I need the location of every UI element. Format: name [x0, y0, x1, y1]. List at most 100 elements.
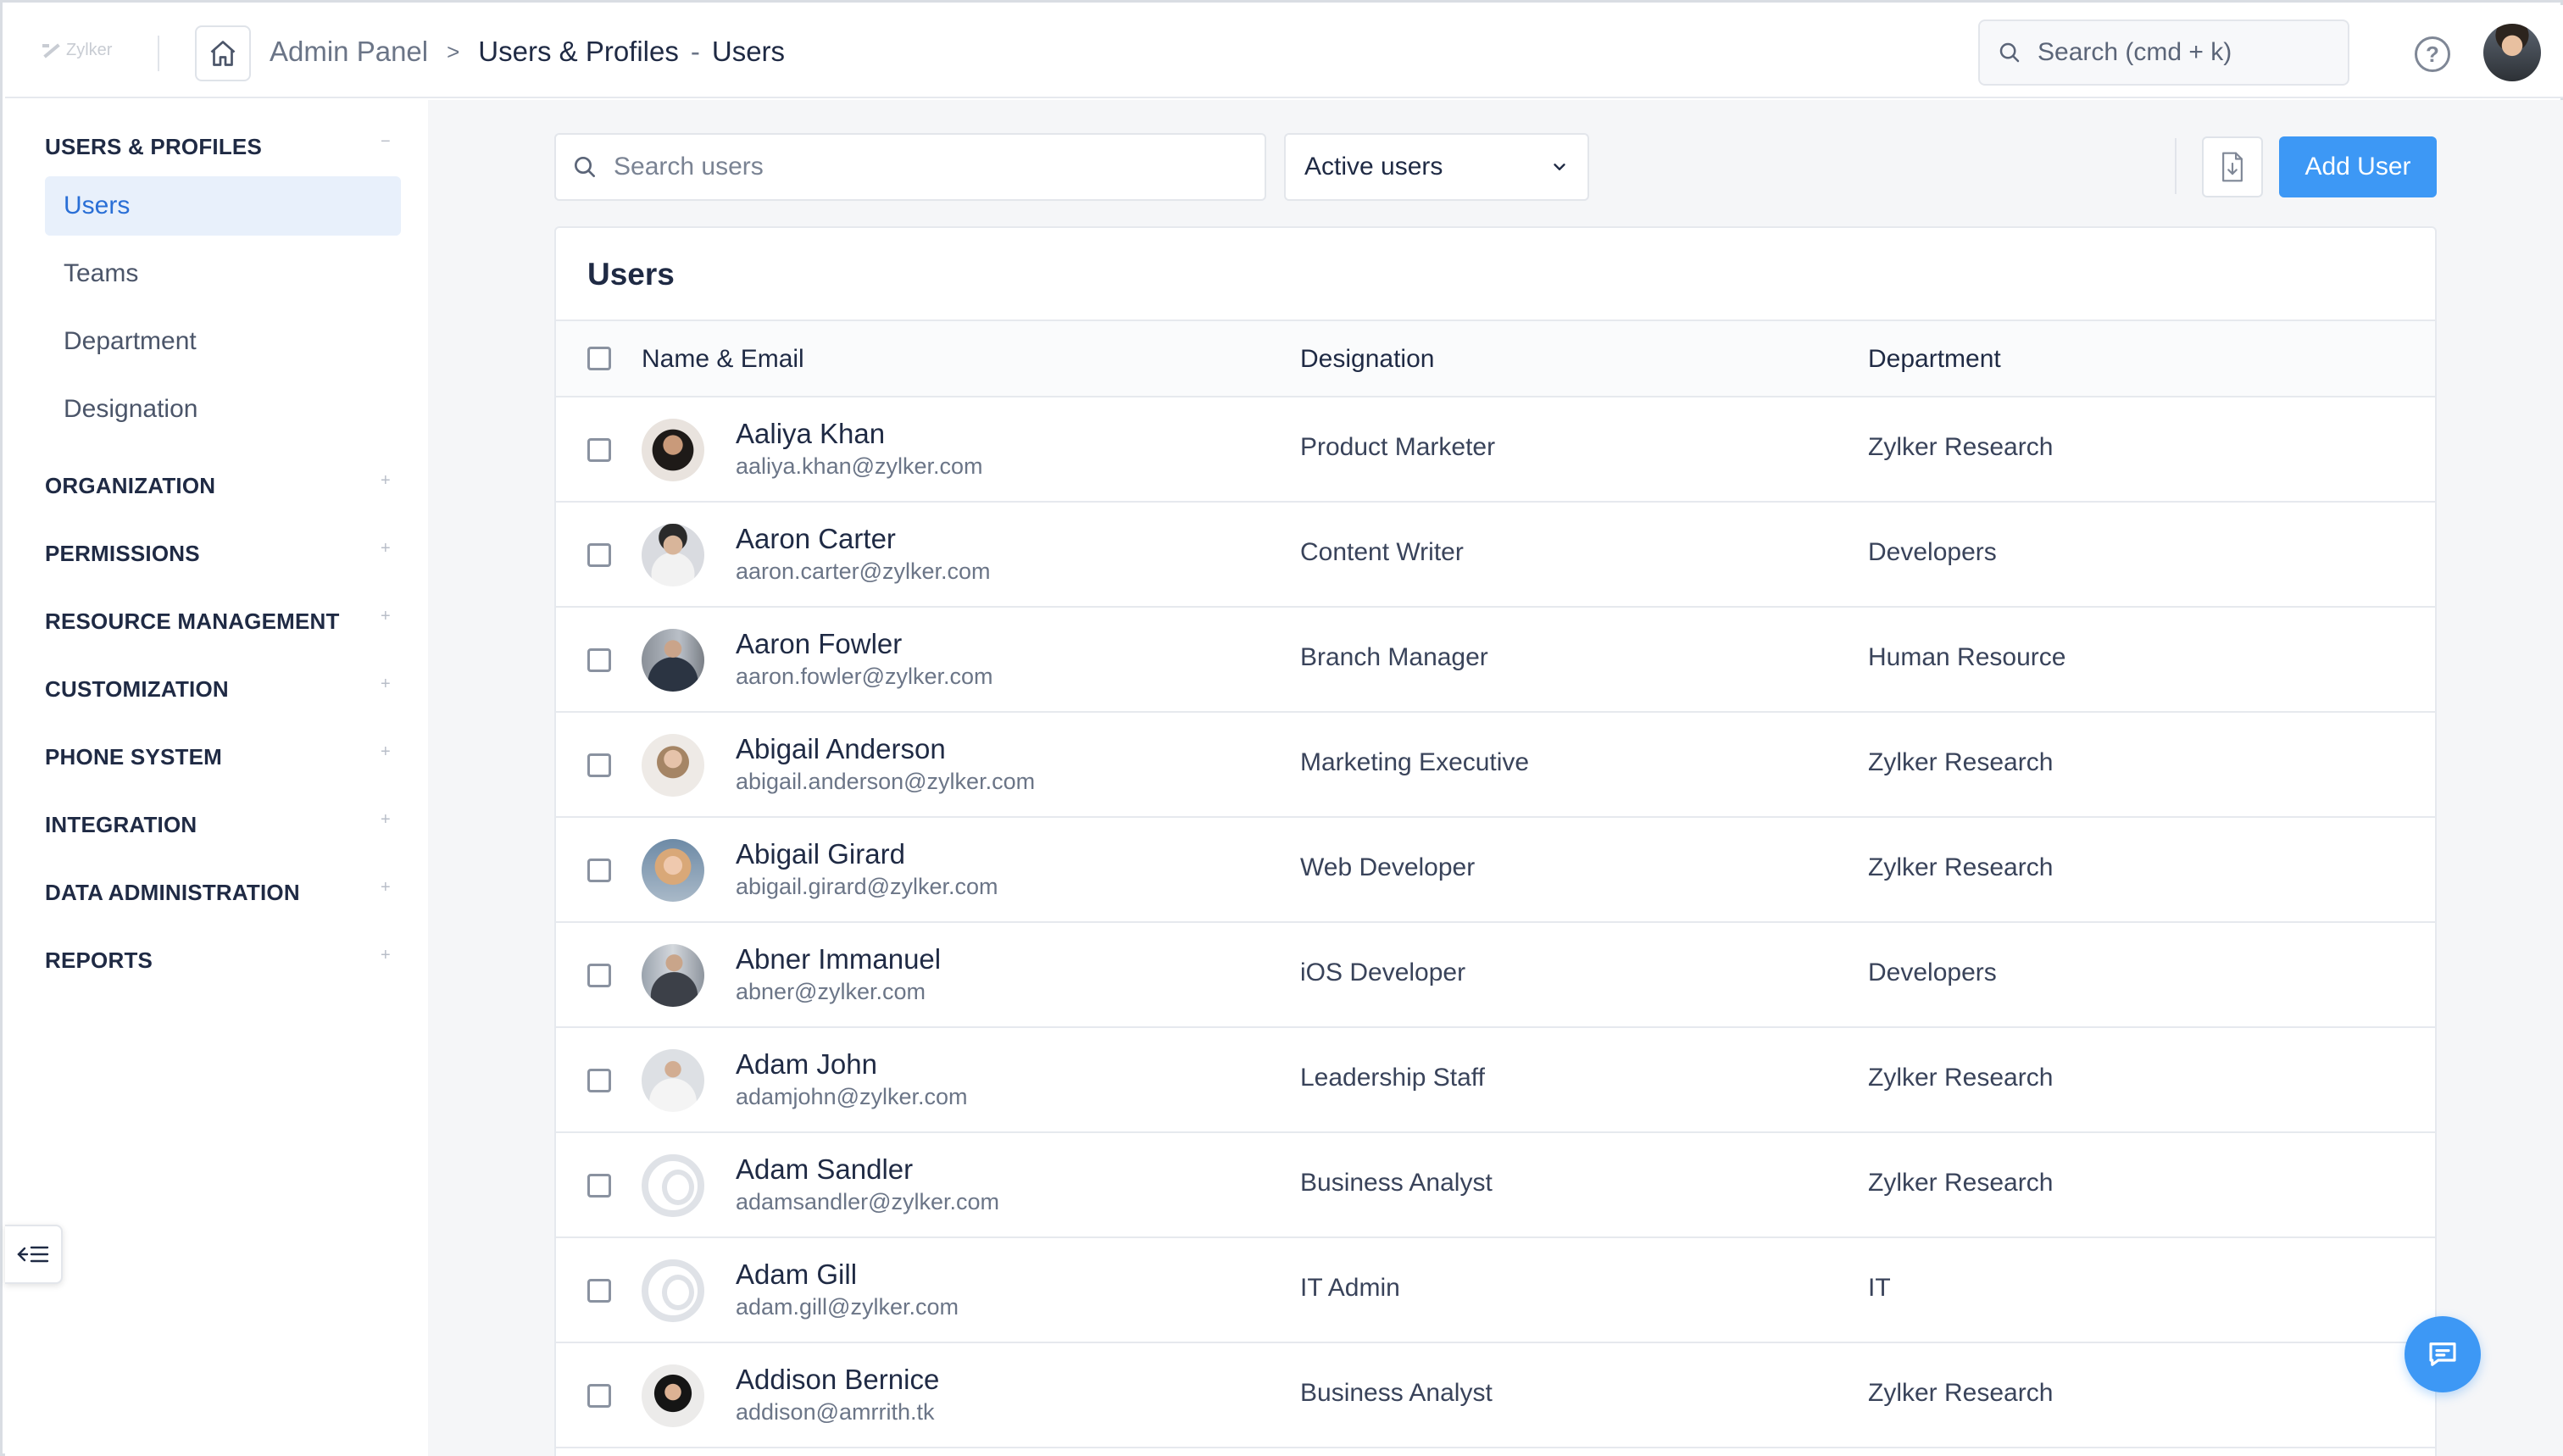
- collapse-icon[interactable]: −: [381, 132, 391, 152]
- sidebar-section-resource-management[interactable]: RESOURCE MANAGEMENT: [45, 609, 340, 635]
- collapse-sidebar-button[interactable]: [5, 1225, 63, 1284]
- breadcrumb-section[interactable]: Users & Profiles: [478, 36, 679, 68]
- export-button[interactable]: [2202, 136, 2263, 197]
- expand-icon[interactable]: +: [381, 810, 391, 830]
- user-name[interactable]: Abigail Anderson: [736, 733, 946, 765]
- chevron-down-icon: [1554, 164, 1565, 170]
- expand-icon[interactable]: +: [381, 607, 391, 626]
- expand-icon[interactable]: +: [381, 742, 391, 762]
- sidebar-section-organization[interactable]: ORGANIZATION: [45, 473, 215, 499]
- sidebar-item-department[interactable]: Department: [45, 312, 401, 371]
- user-designation: Marketing Executive: [1300, 748, 1530, 776]
- table-row[interactable]: Adam John adamjohn@zylker.com Leadership…: [556, 1028, 2435, 1133]
- row-checkbox[interactable]: [587, 1384, 611, 1408]
- user-name[interactable]: Adam Sandler: [736, 1153, 913, 1186]
- table-row[interactable]: Abigail Anderson abigail.anderson@zylker…: [556, 713, 2435, 818]
- user-email: adam.gill@zylker.com: [736, 1294, 959, 1320]
- table-row[interactable]: Abigail Girard abigail.girard@zylker.com…: [556, 818, 2435, 923]
- expand-icon[interactable]: +: [381, 539, 391, 559]
- expand-icon[interactable]: +: [381, 878, 391, 897]
- global-search-input[interactable]: [2038, 38, 2326, 67]
- sidebar-section-integration[interactable]: INTEGRATION: [45, 812, 197, 838]
- user-department: IT: [1868, 1274, 1891, 1302]
- user-designation: iOS Developer: [1300, 959, 1466, 986]
- expand-icon[interactable]: +: [381, 471, 391, 491]
- select-all-checkbox[interactable]: [587, 347, 611, 370]
- users-table-card: Users Name & Email Designation Departmen…: [554, 226, 2437, 1456]
- sidebar-item-teams[interactable]: Teams: [45, 244, 401, 303]
- row-checkbox[interactable]: [587, 859, 611, 882]
- user-name[interactable]: Addison Bernice: [736, 1364, 939, 1396]
- column-header-name-email[interactable]: Name & Email: [642, 345, 804, 374]
- row-checkbox[interactable]: [587, 438, 611, 462]
- users-search-box[interactable]: [554, 133, 1266, 201]
- user-name[interactable]: Aaron Carter: [736, 523, 896, 555]
- current-user-avatar[interactable]: [2483, 24, 2541, 81]
- user-status-filter[interactable]: Active users: [1284, 133, 1589, 201]
- table-row[interactable]: Aaron Carter aaron.carter@zylker.com Con…: [556, 503, 2435, 608]
- user-department: Zylker Research: [1868, 853, 2054, 881]
- user-email: aaron.carter@zylker.com: [736, 559, 991, 584]
- user-email: addison@amrrith.tk: [736, 1399, 935, 1425]
- user-avatar: [642, 629, 704, 692]
- row-checkbox[interactable]: [587, 648, 611, 672]
- row-checkbox[interactable]: [587, 543, 611, 567]
- user-name[interactable]: Abigail Girard: [736, 838, 905, 870]
- user-designation: Product Marketer: [1300, 433, 1496, 461]
- zylker-logo-icon: [42, 42, 59, 59]
- toolbar-divider: [2175, 138, 2177, 194]
- row-checkbox[interactable]: [587, 964, 611, 987]
- user-department: Zylker Research: [1868, 1379, 2054, 1407]
- column-header-designation[interactable]: Designation: [1300, 345, 1434, 374]
- table-row[interactable]: Adam Sandler adamsandler@zylker.com Busi…: [556, 1133, 2435, 1238]
- user-name[interactable]: Abner Immanuel: [736, 943, 941, 975]
- row-checkbox[interactable]: [587, 1174, 611, 1198]
- sidebar-section-reports[interactable]: REPORTS: [45, 948, 153, 974]
- user-name[interactable]: Adam John: [736, 1048, 877, 1081]
- user-designation: Web Developer: [1300, 853, 1476, 881]
- home-button[interactable]: [195, 25, 251, 81]
- table-row[interactable]: Addison Bernice addison@amrrith.tk Busin…: [556, 1343, 2435, 1448]
- chat-button[interactable]: [2405, 1316, 2481, 1392]
- table-row[interactable]: Adam Gill adam.gill@zylker.com IT Admin …: [556, 1238, 2435, 1343]
- column-header-department[interactable]: Department: [1868, 345, 2001, 374]
- user-name[interactable]: Adam Gill: [736, 1259, 857, 1291]
- sidebar-section-permissions[interactable]: PERMISSIONS: [45, 541, 200, 567]
- user-email: abigail.anderson@zylker.com: [736, 769, 1036, 794]
- search-icon: [1999, 42, 2020, 63]
- row-checkbox[interactable]: [587, 1069, 611, 1092]
- home-icon: [210, 41, 236, 66]
- breadcrumb-separator: >: [447, 38, 460, 64]
- sidebar-section-users-profiles[interactable]: USERS & PROFILES: [45, 134, 262, 160]
- help-icon[interactable]: ?: [2415, 36, 2450, 72]
- expand-icon[interactable]: +: [381, 946, 391, 965]
- global-search-box[interactable]: [1978, 19, 2349, 86]
- breadcrumb-current-page: Users: [711, 36, 786, 67]
- breadcrumb-admin-panel[interactable]: Admin Panel: [270, 36, 428, 68]
- user-name[interactable]: Aaliya Khan: [736, 418, 885, 450]
- add-user-button[interactable]: Add User: [2279, 136, 2437, 197]
- sidebar-section-customization[interactable]: CUSTOMIZATION: [45, 676, 229, 703]
- sidebar-section-data-administration[interactable]: DATA ADMINISTRATION: [45, 880, 300, 906]
- table-row[interactable]: Abner Immanuel abner@zylker.com iOS Deve…: [556, 923, 2435, 1028]
- user-name[interactable]: Aaron Fowler: [736, 628, 902, 660]
- chat-icon: [2429, 1342, 2456, 1366]
- user-avatar: [642, 1364, 704, 1427]
- sidebar-item-users[interactable]: Users: [45, 176, 401, 236]
- card-title: Users: [587, 257, 675, 292]
- user-email: abigail.girard@zylker.com: [736, 874, 998, 899]
- user-designation: Business Analyst: [1300, 1379, 1493, 1407]
- user-email: abner@zylker.com: [736, 979, 926, 1004]
- users-search-input[interactable]: [614, 153, 1258, 181]
- row-checkbox[interactable]: [587, 753, 611, 777]
- table-row[interactable]: Aaliya Khan aaliya.khan@zylker.com Produ…: [556, 397, 2435, 503]
- user-department: Zylker Research: [1868, 1064, 2054, 1092]
- app-logo[interactable]: Zylker: [42, 41, 112, 60]
- search-icon: [575, 157, 595, 177]
- row-checkbox[interactable]: [587, 1279, 611, 1303]
- expand-icon[interactable]: +: [381, 675, 391, 694]
- sidebar-section-phone-system[interactable]: PHONE SYSTEM: [45, 744, 222, 770]
- table-row[interactable]: Aaron Fowler aaron.fowler@zylker.com Bra…: [556, 608, 2435, 713]
- sidebar-item-designation[interactable]: Designation: [45, 380, 401, 439]
- default-avatar-icon: [642, 1154, 704, 1217]
